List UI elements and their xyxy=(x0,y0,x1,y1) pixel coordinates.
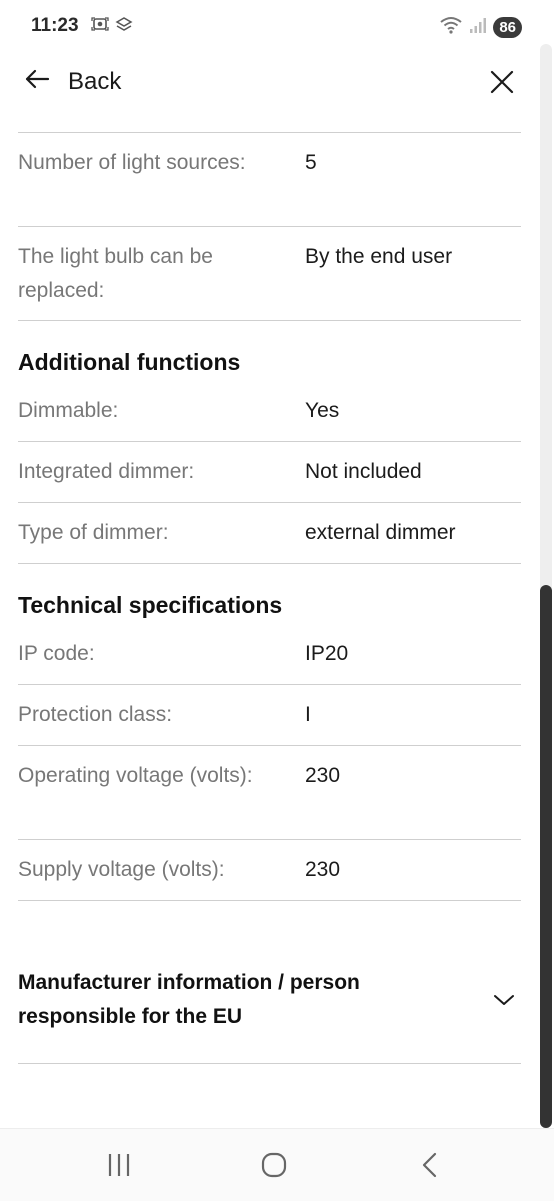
back-nav-button[interactable] xyxy=(418,1151,440,1184)
spec-label: Number of light sources: xyxy=(18,151,246,174)
spec-value: 230 xyxy=(305,764,341,787)
spec-row: Dimmable: Yes xyxy=(18,381,521,442)
recent-apps-button[interactable] xyxy=(106,1151,132,1184)
spec-label: Type of dimmer: xyxy=(18,521,169,544)
home-button[interactable] xyxy=(260,1151,288,1184)
wifi-icon xyxy=(439,15,463,40)
spec-value: IP20 xyxy=(305,642,349,665)
spec-row: Number of light sources: 5 xyxy=(18,133,521,227)
spec-row: Type of dimmer: external dimmer xyxy=(18,503,521,564)
spec-value: Yes xyxy=(305,399,340,422)
back-button[interactable]: Back xyxy=(22,64,121,99)
spec-label: The light bulb can be replaced: xyxy=(18,245,213,302)
spec-value: By the end user xyxy=(305,245,453,268)
battery-badge: 86 xyxy=(493,17,522,38)
spec-label: Operating voltage (volts): xyxy=(18,764,253,787)
accordion-title: Manufacturer information / person respon… xyxy=(18,971,360,1028)
spec-value: I xyxy=(305,703,311,726)
header: Back xyxy=(0,52,554,116)
spec-value: Not included xyxy=(305,460,422,483)
spec-label: Dimmable: xyxy=(18,399,119,422)
spec-content: Number of light sources: 5 The light bul… xyxy=(18,132,521,1064)
back-nav-icon xyxy=(418,1152,440,1183)
spec-label: Protection class: xyxy=(18,703,173,726)
spec-value: external dimmer xyxy=(305,521,456,544)
system-nav-bar xyxy=(0,1128,554,1201)
status-bar: 11:23 86 xyxy=(0,0,554,52)
back-label: Back xyxy=(68,67,122,95)
spec-value: 5 xyxy=(305,151,317,174)
scrollbar-thumb[interactable] xyxy=(540,585,552,1128)
spec-value: 230 xyxy=(305,858,341,881)
cast-icon xyxy=(114,14,134,39)
spec-label: Integrated dimmer: xyxy=(18,460,195,483)
status-time: 11:23 xyxy=(31,15,79,36)
spec-label: IP code: xyxy=(18,642,95,665)
spec-label: Supply voltage (volts): xyxy=(18,858,225,881)
home-icon xyxy=(260,1152,288,1183)
recent-apps-icon xyxy=(106,1154,132,1183)
chevron-down-icon xyxy=(492,988,516,1017)
spec-row: Operating voltage (volts): 230 xyxy=(18,746,521,840)
arrow-left-icon xyxy=(22,64,52,99)
spec-row: IP code: IP20 xyxy=(18,624,521,685)
close-button[interactable] xyxy=(488,68,516,101)
spec-row: The light bulb can be replaced: By the e… xyxy=(18,227,521,321)
spec-row: Protection class: I xyxy=(18,685,521,746)
section-title-additional-functions: Additional functions xyxy=(18,349,241,375)
screenshot-icon xyxy=(90,14,110,39)
spec-row: Supply voltage (volts): 230 xyxy=(18,840,521,901)
spec-row: Integrated dimmer: Not included xyxy=(18,442,521,503)
section-title-technical-specifications: Technical specifications xyxy=(18,592,283,618)
signal-icon xyxy=(469,16,487,39)
manufacturer-info-accordion[interactable]: Manufacturer information / person respon… xyxy=(18,960,521,1064)
close-icon xyxy=(488,70,516,100)
